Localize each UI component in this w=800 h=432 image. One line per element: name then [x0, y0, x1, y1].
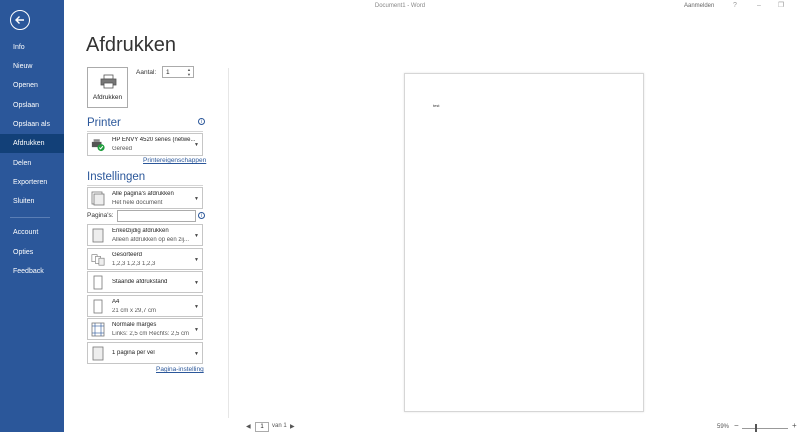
- settings-section-title: Instellingen: [87, 171, 146, 183]
- nav-new[interactable]: Nieuw: [0, 57, 64, 76]
- printer-status: Gereed: [112, 146, 133, 152]
- orientation-label: Staande afdrukstand: [112, 279, 168, 285]
- zoom-percentage[interactable]: 59%: [717, 424, 729, 430]
- next-page-icon[interactable]: ▶: [290, 423, 295, 430]
- page-count: van 1: [272, 423, 287, 429]
- copies-label: Aantal:: [136, 69, 157, 76]
- spin-down-icon[interactable]: ▼: [186, 72, 192, 77]
- nav-save[interactable]: Opslaan: [0, 96, 64, 115]
- chevron-down-icon: ▼: [194, 257, 199, 263]
- pages-label: Pagina's:: [87, 212, 114, 219]
- backstage-nav: Info Nieuw Openen Opslaan Opslaan als Af…: [0, 0, 64, 432]
- pages-per-sheet-label: 1 pagina per vel: [112, 350, 155, 356]
- margins-label: Normale marges: [112, 322, 157, 328]
- nav-divider: [10, 217, 50, 218]
- nav-options[interactable]: Opties: [0, 243, 64, 262]
- info-icon[interactable]: i: [198, 212, 205, 219]
- nav-print[interactable]: Afdrukken: [0, 134, 64, 153]
- print-range-dropdown[interactable]: Alle pagina's afdrukken Het hele documen…: [87, 187, 203, 209]
- printer-properties-link[interactable]: Printereigenschappen: [143, 157, 206, 164]
- printer-icon: [100, 74, 117, 89]
- zoom-slider-track[interactable]: [742, 428, 788, 429]
- help-button[interactable]: ?: [728, 1, 742, 11]
- orientation-dropdown[interactable]: Staande afdrukstand ▼: [87, 271, 203, 293]
- chevron-down-icon: ▼: [194, 327, 199, 333]
- print-button[interactable]: Afdrukken: [87, 67, 128, 108]
- printer-name: HP ENVY 4520 series (netwe...: [112, 137, 196, 143]
- minimize-button[interactable]: –: [752, 1, 766, 11]
- portrait-icon: [93, 275, 103, 290]
- nav-export[interactable]: Exporteren: [0, 173, 64, 192]
- prev-page-icon[interactable]: ◀: [246, 423, 251, 430]
- signin-link[interactable]: Aanmelden: [684, 3, 714, 9]
- info-icon[interactable]: i: [198, 118, 205, 125]
- preview-divider: [228, 68, 229, 418]
- chevron-down-icon: ▼: [194, 142, 199, 148]
- collate-label: Gesorteerd: [112, 252, 143, 258]
- nav-close[interactable]: Sluiten: [0, 192, 64, 211]
- margins-sub: Links: 2,5 cm Rechts: 2,5 cm: [112, 331, 190, 337]
- margins-icon: [91, 322, 105, 337]
- current-page-input[interactable]: 1: [255, 422, 269, 432]
- sides-dropdown[interactable]: Enkelzijdig afdrukken Alleen afdrukken o…: [87, 224, 203, 246]
- chevron-down-icon: ▼: [194, 280, 199, 286]
- nav-share[interactable]: Delen: [0, 154, 64, 173]
- nav-info[interactable]: Info: [0, 38, 64, 57]
- zoom-in-button[interactable]: +: [792, 421, 797, 430]
- chevron-down-icon: ▼: [194, 304, 199, 310]
- sides-label: Enkelzijdig afdrukken: [112, 228, 169, 234]
- collate-icon: [91, 254, 105, 266]
- nav-feedback[interactable]: Feedback: [0, 262, 64, 281]
- print-button-label: Afdrukken: [92, 94, 123, 101]
- printer-section-title: Printer: [87, 117, 121, 129]
- nav-open[interactable]: Openen: [0, 76, 64, 95]
- copies-stepper[interactable]: 1 ▲ ▼: [162, 66, 194, 78]
- single-sided-icon: [92, 228, 104, 243]
- printer-dropdown[interactable]: HP ENVY 4520 series (netwe... Gereed ▼: [87, 133, 203, 156]
- preview-page-text: test: [433, 103, 440, 108]
- zoom-slider-thumb[interactable]: [755, 424, 757, 432]
- zoom-out-button[interactable]: −: [734, 421, 739, 430]
- paper-size-sub: 21 cm x 29,7 cm: [112, 308, 157, 314]
- pages-input[interactable]: [117, 210, 196, 222]
- page-setup-link[interactable]: Pagina-instelling: [156, 366, 204, 373]
- print-range-label: Alle pagina's afdrukken: [112, 191, 174, 197]
- copies-value: 1: [166, 69, 170, 76]
- section-divider: [87, 185, 203, 186]
- sides-sub: Alleen afdrukken op één zij...: [112, 237, 190, 243]
- chevron-down-icon: ▼: [194, 351, 199, 357]
- chevron-down-icon: ▼: [194, 196, 199, 202]
- back-arrow-icon[interactable]: [10, 10, 30, 30]
- margins-dropdown[interactable]: Normale marges Links: 2,5 cm Rechts: 2,5…: [87, 318, 203, 340]
- restore-button[interactable]: ❐: [774, 1, 788, 11]
- paper-size-icon: [93, 299, 103, 314]
- section-divider: [87, 131, 203, 132]
- nav-account[interactable]: Account: [0, 223, 64, 242]
- page-title: Afdrukken: [86, 34, 177, 56]
- pages-icon: [91, 191, 105, 206]
- nav-save-as[interactable]: Opslaan als: [0, 115, 64, 134]
- chevron-down-icon: ▼: [194, 233, 199, 239]
- printer-ready-icon: [91, 139, 105, 152]
- collate-sub: 1,2,3 1,2,3 1,2,3: [112, 261, 156, 267]
- paper-size-dropdown[interactable]: A4 21 cm x 29,7 cm ▼: [87, 295, 203, 317]
- pages-per-sheet-icon: [92, 346, 104, 361]
- collate-dropdown[interactable]: Gesorteerd 1,2,3 1,2,3 1,2,3 ▼: [87, 248, 203, 270]
- paper-size-label: A4: [112, 299, 120, 305]
- print-preview-page: test: [404, 73, 644, 412]
- window-title: Document1 - Word: [374, 3, 426, 9]
- print-range-sub: Het hele document: [112, 200, 163, 206]
- pages-per-sheet-dropdown[interactable]: 1 pagina per vel ▼: [87, 342, 203, 364]
